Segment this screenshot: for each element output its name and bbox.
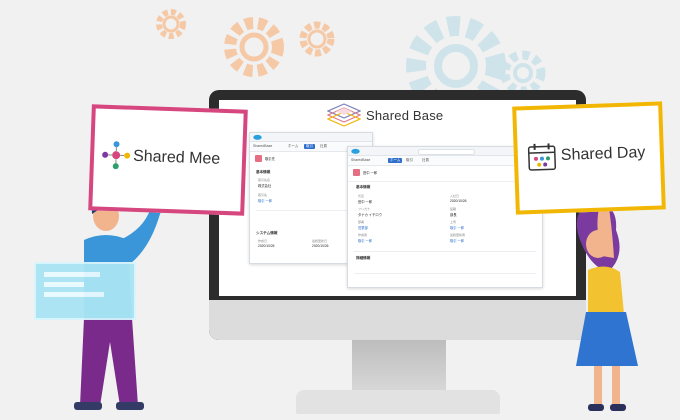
woman-illustration xyxy=(576,199,638,411)
section-basic-info: 基本情報 xyxy=(356,185,371,189)
field-link[interactable]: 取引 一郎 xyxy=(258,198,272,203)
field-label: 氏名 xyxy=(358,194,365,198)
section-detail-info: 詳細情報 xyxy=(356,256,371,260)
field-label: 取引先名 xyxy=(258,178,271,182)
tab-home[interactable]: ホーム xyxy=(288,144,298,149)
field-label: 取引先 xyxy=(258,193,268,197)
cloud-logo-icon xyxy=(351,148,360,154)
monitor-chin xyxy=(209,300,586,340)
field-value: タナカ イチロウ xyxy=(358,213,382,217)
window-tab-bar: SharedBase ホーム 取引 社員 xyxy=(348,156,542,166)
app-name: SharedBase xyxy=(253,144,273,148)
search-input[interactable] xyxy=(418,148,475,155)
window-titlebar xyxy=(250,133,372,142)
app-name: SharedBase xyxy=(351,158,371,162)
monitor-neck xyxy=(352,340,446,390)
shared-base-logo-icon xyxy=(327,103,361,127)
tab-deals[interactable]: 取引 xyxy=(304,144,315,149)
field-value: 2020/10/26 xyxy=(450,199,467,203)
tab-deals[interactable]: 取引 xyxy=(406,158,413,163)
calendar-people-icon xyxy=(527,143,557,171)
field-label: 入社日 xyxy=(450,194,460,198)
section-system-info: システム情報 xyxy=(256,231,278,235)
field-label: 部署 xyxy=(358,220,365,224)
field-label: フリガナ xyxy=(358,207,371,211)
shared-day-label: Shared Day xyxy=(560,144,646,164)
record-icon xyxy=(353,169,360,176)
field-label: 最終更新日 xyxy=(312,239,328,243)
gear-icon-medium-orange xyxy=(299,21,335,57)
shared-day-card: Shared Day xyxy=(512,101,666,215)
product-name: Shared Base xyxy=(366,108,444,123)
monitor-base xyxy=(296,390,500,414)
record-icon xyxy=(255,155,262,162)
field-label: 上司 xyxy=(450,220,457,224)
tab-staff[interactable]: 社員 xyxy=(422,158,429,163)
tab-home[interactable]: ホーム xyxy=(388,158,403,163)
field-value: 田中 一郎 xyxy=(358,200,373,204)
divider xyxy=(348,181,542,182)
people-network-icon xyxy=(102,141,131,170)
gear-icon-large-orange xyxy=(224,17,284,77)
field-link[interactable]: 取引 一郎 xyxy=(450,238,464,243)
shared-mee-label: Shared Mee xyxy=(132,147,221,168)
divider xyxy=(354,273,536,274)
gear-icon-small-orange xyxy=(156,9,186,39)
field-link[interactable]: 営業部 xyxy=(358,225,368,230)
cloud-logo-icon xyxy=(253,134,262,140)
field-value: 株式会社 xyxy=(258,184,272,188)
section-basic-info: 基本情報 xyxy=(256,170,271,174)
record-title: 取引先 xyxy=(265,157,275,161)
record-title: 田中 一郎 xyxy=(363,171,378,175)
field-label: 役職 xyxy=(450,207,457,211)
divider xyxy=(354,251,536,252)
field-link[interactable]: 取引 一郎 xyxy=(358,238,372,243)
field-label: 最終更新者 xyxy=(450,233,466,237)
field-label: 作成者 xyxy=(358,233,368,237)
hand-held-window xyxy=(34,262,136,320)
tab-staff[interactable]: 社員 xyxy=(320,144,327,149)
field-label: 作成日 xyxy=(258,239,268,243)
field-value: 2020/10/26 xyxy=(312,244,329,248)
field-value: 2020/10/26 xyxy=(258,244,275,248)
shared-mee-card: Shared Mee xyxy=(88,104,248,216)
field-link[interactable]: 取引 一郎 xyxy=(450,225,464,230)
field-value: 部長 xyxy=(450,213,457,217)
